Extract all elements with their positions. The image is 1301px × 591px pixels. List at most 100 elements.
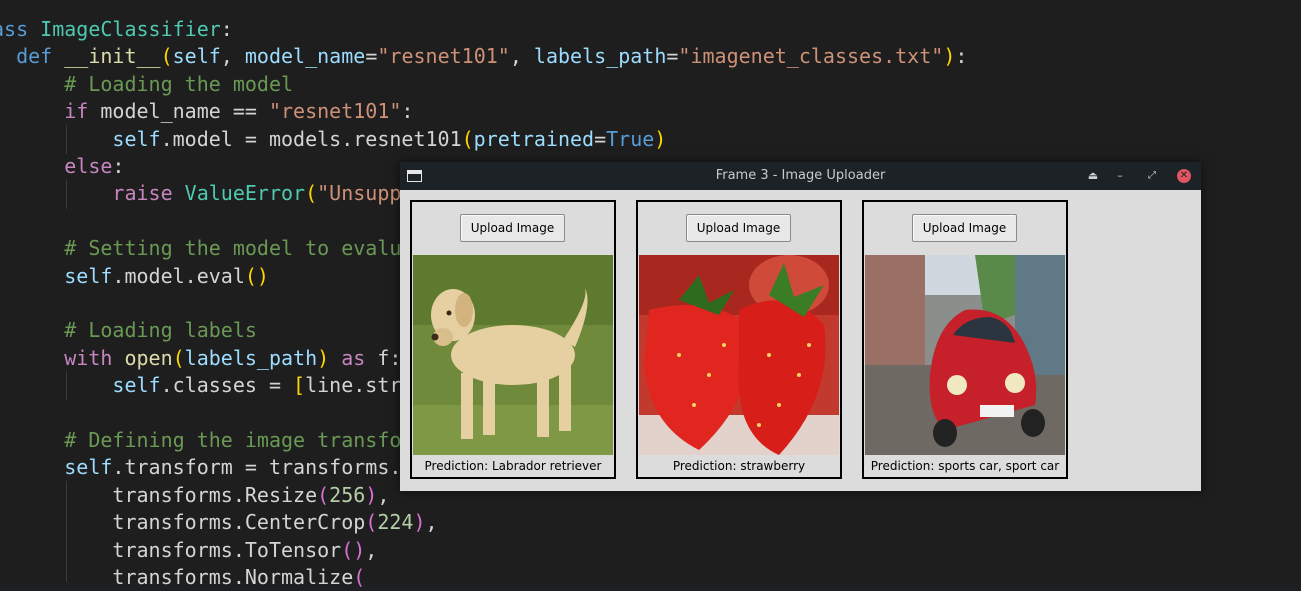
eject-icon[interactable]: ⏏ bbox=[1086, 169, 1100, 183]
strawberries-image bbox=[639, 255, 839, 455]
code-line: transforms.CenterCrop(224), bbox=[0, 509, 438, 536]
code-token: self bbox=[0, 373, 161, 398]
code-token: .model.eval bbox=[112, 263, 245, 288]
code-token: f: bbox=[377, 345, 402, 370]
prediction-label: Prediction: strawberry bbox=[672, 459, 806, 473]
code-token: transforms.ToTensor bbox=[0, 537, 342, 562]
upload-image-button[interactable]: Upload Image bbox=[460, 214, 565, 242]
code-token: labels_path bbox=[184, 345, 318, 370]
code-token: "imagenet_classes.txt" bbox=[678, 44, 944, 69]
image-frame-2: Upload Image Prediction: strawberry bbox=[636, 200, 842, 479]
code-token: : bbox=[401, 99, 414, 124]
code-line: transforms.Normalize( bbox=[0, 564, 365, 591]
code-token: () bbox=[341, 537, 366, 562]
code-token: "resnet101" bbox=[268, 99, 402, 124]
code-token: , bbox=[220, 44, 245, 69]
code-token: ImageClassifier bbox=[40, 17, 221, 41]
code-token: model_name bbox=[244, 44, 366, 69]
code-token: labels_path bbox=[533, 44, 667, 69]
code-token: = bbox=[594, 126, 607, 151]
code-token: as bbox=[341, 345, 378, 370]
code-token: raise bbox=[0, 181, 185, 206]
upload-image-button[interactable]: Upload Image bbox=[912, 214, 1017, 242]
code-line: # Loading the model bbox=[0, 71, 293, 98]
code-token: ) bbox=[654, 126, 667, 151]
code-token: self bbox=[0, 126, 161, 151]
code-token: self bbox=[0, 455, 113, 480]
image-frame-1: Upload Image Prediction: Labrador retrie… bbox=[410, 200, 616, 479]
code-token: ( bbox=[353, 565, 366, 589]
code-token: : bbox=[112, 154, 125, 178]
code-line: self.model.eval() bbox=[0, 263, 269, 290]
code-token: __init__ bbox=[64, 44, 161, 69]
code-token: ( bbox=[461, 126, 474, 151]
minimize-button[interactable]: – bbox=[1113, 169, 1127, 183]
code-token: [ bbox=[293, 373, 306, 398]
code-token: self bbox=[172, 44, 221, 69]
code-token: "resnet101" bbox=[377, 44, 510, 69]
code-line: else: bbox=[0, 153, 124, 180]
restore-button[interactable]: ⤢ bbox=[1145, 169, 1159, 183]
code-token: True bbox=[606, 126, 655, 151]
code-token: # Loading the model bbox=[0, 71, 294, 96]
code-token: line.str bbox=[305, 373, 402, 398]
code-token: if bbox=[0, 99, 101, 124]
code-token: open bbox=[124, 345, 173, 370]
code-token: .model = models.resnet101 bbox=[160, 126, 462, 151]
code-token: = bbox=[365, 44, 378, 69]
code-line: with open(labels_path) as f: bbox=[0, 345, 401, 372]
code-token: ( bbox=[317, 482, 330, 507]
code-token: : bbox=[220, 17, 233, 41]
code-token: () bbox=[244, 263, 269, 288]
code-line: # Defining the image transfo bbox=[0, 427, 401, 454]
code-line: transforms.ToTensor(), bbox=[0, 537, 377, 564]
code-token: 256 bbox=[329, 482, 366, 507]
code-token: else bbox=[0, 154, 113, 178]
code-token: = bbox=[666, 44, 679, 69]
code-token: , bbox=[425, 510, 438, 535]
code-token: ass bbox=[0, 17, 29, 41]
labrador-dog-image bbox=[413, 255, 613, 455]
code-line: # Loading labels bbox=[0, 317, 257, 344]
code-token: .classes = bbox=[160, 373, 294, 398]
code-token: self bbox=[0, 263, 113, 288]
close-button[interactable]: ✕ bbox=[1177, 169, 1191, 183]
code-token: "Unsupp bbox=[317, 181, 402, 206]
code-token: ( bbox=[305, 181, 318, 206]
code-token: pretrained bbox=[473, 126, 595, 151]
code-token: transforms.Normalize bbox=[0, 565, 354, 589]
code-line: raise ValueError("Unsupp bbox=[0, 180, 401, 207]
image-frame-3: Upload Image Prediction: sports car, spo… bbox=[862, 200, 1068, 479]
code-token: 224 bbox=[377, 510, 414, 535]
upload-image-button[interactable]: Upload Image bbox=[686, 214, 791, 242]
code-token: model_name == bbox=[100, 99, 269, 124]
window-titlebar[interactable]: Frame 3 - Image Uploader ⏏ – ⤢ ✕ bbox=[400, 162, 1201, 190]
image-uploader-window: Frame 3 - Image Uploader ⏏ – ⤢ ✕ Upload … bbox=[400, 162, 1201, 491]
code-token: transforms.CenterCrop bbox=[0, 510, 366, 535]
red-beetle-car-image bbox=[865, 255, 1065, 455]
code-token: ) bbox=[365, 482, 378, 507]
code-token: ) bbox=[317, 345, 342, 370]
code-token: ( bbox=[365, 510, 378, 535]
code-token: # Loading labels bbox=[0, 318, 257, 343]
prediction-label: Prediction: sports car, sport car bbox=[870, 459, 1060, 473]
code-line: ass ImageClassifier: bbox=[0, 16, 233, 43]
code-token: , bbox=[377, 482, 390, 507]
code-token: ( bbox=[160, 44, 173, 69]
code-token: ) bbox=[943, 44, 956, 69]
code-token: , bbox=[365, 537, 378, 562]
window-title: Frame 3 - Image Uploader bbox=[715, 168, 886, 183]
code-token: with bbox=[0, 345, 125, 370]
code-line: self.classes = [line.str bbox=[0, 372, 401, 399]
code-line: # Setting the model to evalu bbox=[0, 235, 401, 262]
code-line: transforms.Resize(256), bbox=[0, 482, 389, 509]
code-token: .transform = transforms. bbox=[112, 455, 402, 480]
code-token: transforms.Resize bbox=[0, 482, 318, 507]
code-token: ) bbox=[413, 510, 426, 535]
code-line: self.transform = transforms. bbox=[0, 454, 401, 481]
code-token: , bbox=[509, 44, 534, 69]
code-token: def bbox=[16, 44, 53, 69]
code-line: self.model = models.resnet101(pretrained… bbox=[0, 126, 666, 153]
code-token: # Defining the image transfo bbox=[0, 428, 402, 452]
code-line: if model_name == "resnet101": bbox=[0, 98, 413, 125]
